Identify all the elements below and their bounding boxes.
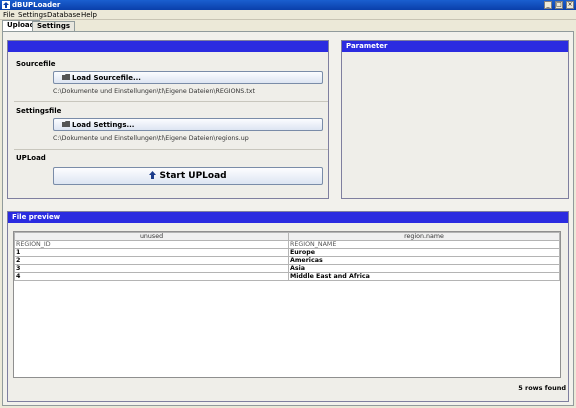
menu-help[interactable]: Help <box>81 11 97 19</box>
sourcefile-label: Sourcefile <box>16 60 56 68</box>
table-cell: REGION_ID <box>14 240 289 249</box>
up-arrow-icon <box>149 171 159 181</box>
column-header[interactable]: region.name <box>288 232 560 241</box>
load-sourcefile-label: Load Sourcefile... <box>72 74 141 82</box>
upload-label: UPLoad <box>16 154 46 162</box>
table-cell: 2 <box>14 256 289 265</box>
table-row[interactable]: 1 Europe <box>14 248 560 257</box>
window-title-bar: dBUPLoader _ □ × <box>0 0 576 10</box>
load-settings-button[interactable]: Load Settings... <box>53 118 323 131</box>
menu-file[interactable]: File <box>3 11 15 19</box>
table-cell: Americas <box>288 256 560 265</box>
table-row[interactable]: REGION_ID REGION_NAME <box>14 240 560 249</box>
table-cell: Asia <box>288 264 560 273</box>
start-upload-label: Start UPLoad <box>159 171 227 181</box>
settingsfile-path: C:\Dokumente und Einstellungen\tl\Eigene… <box>53 135 249 142</box>
start-upload-button[interactable]: Start UPLoad <box>53 167 323 185</box>
table-row[interactable]: 2 Americas <box>14 256 560 265</box>
parameter-panel-header: Parameter <box>342 41 568 52</box>
menu-database[interactable]: Database <box>47 11 80 19</box>
file-preview-header: File preview <box>8 212 568 223</box>
table-cell: REGION_NAME <box>288 240 560 249</box>
load-settings-label: Load Settings... <box>72 121 135 129</box>
close-button[interactable]: × <box>566 1 574 9</box>
maximize-button[interactable]: □ <box>555 1 563 9</box>
window-title: dBUPLoader <box>12 1 61 9</box>
table-row[interactable]: 4 Middle East and Africa <box>14 272 560 281</box>
row-count-label: 5 rows found <box>518 384 566 392</box>
folder-icon <box>62 119 70 131</box>
table-cell: 1 <box>14 248 289 257</box>
table-row[interactable]: 3 Asia <box>14 264 560 273</box>
preview-table: unused region.name REGION_ID REGION_NAME… <box>14 232 560 281</box>
menu-settings[interactable]: Settings <box>18 11 47 19</box>
column-header[interactable]: unused <box>14 232 289 241</box>
minimize-button[interactable]: _ <box>544 1 552 9</box>
parameter-panel: Parameter <box>341 40 569 199</box>
load-sourcefile-button[interactable]: Load Sourcefile... <box>53 71 323 84</box>
settingsfile-label: Settingsfile <box>16 107 62 115</box>
table-cell: Middle East and Africa <box>288 272 560 281</box>
separator <box>14 149 328 150</box>
folder-icon <box>62 72 70 84</box>
upload-panel: Sourcefile Load Sourcefile... C:\Dokumen… <box>7 40 329 199</box>
separator <box>14 101 328 102</box>
app-icon <box>2 1 10 9</box>
preview-table-container[interactable]: unused region.name REGION_ID REGION_NAME… <box>13 231 561 378</box>
table-cell: 4 <box>14 272 289 281</box>
upload-panel-header <box>8 41 328 52</box>
table-cell: 3 <box>14 264 289 273</box>
tab-settings[interactable]: Settings <box>32 21 76 31</box>
sourcefile-path: C:\Dokumente und Einstellungen\tl\Eigene… <box>53 88 255 95</box>
table-cell: Europe <box>288 248 560 257</box>
menu-bar: File Settings Database Help <box>0 10 576 20</box>
